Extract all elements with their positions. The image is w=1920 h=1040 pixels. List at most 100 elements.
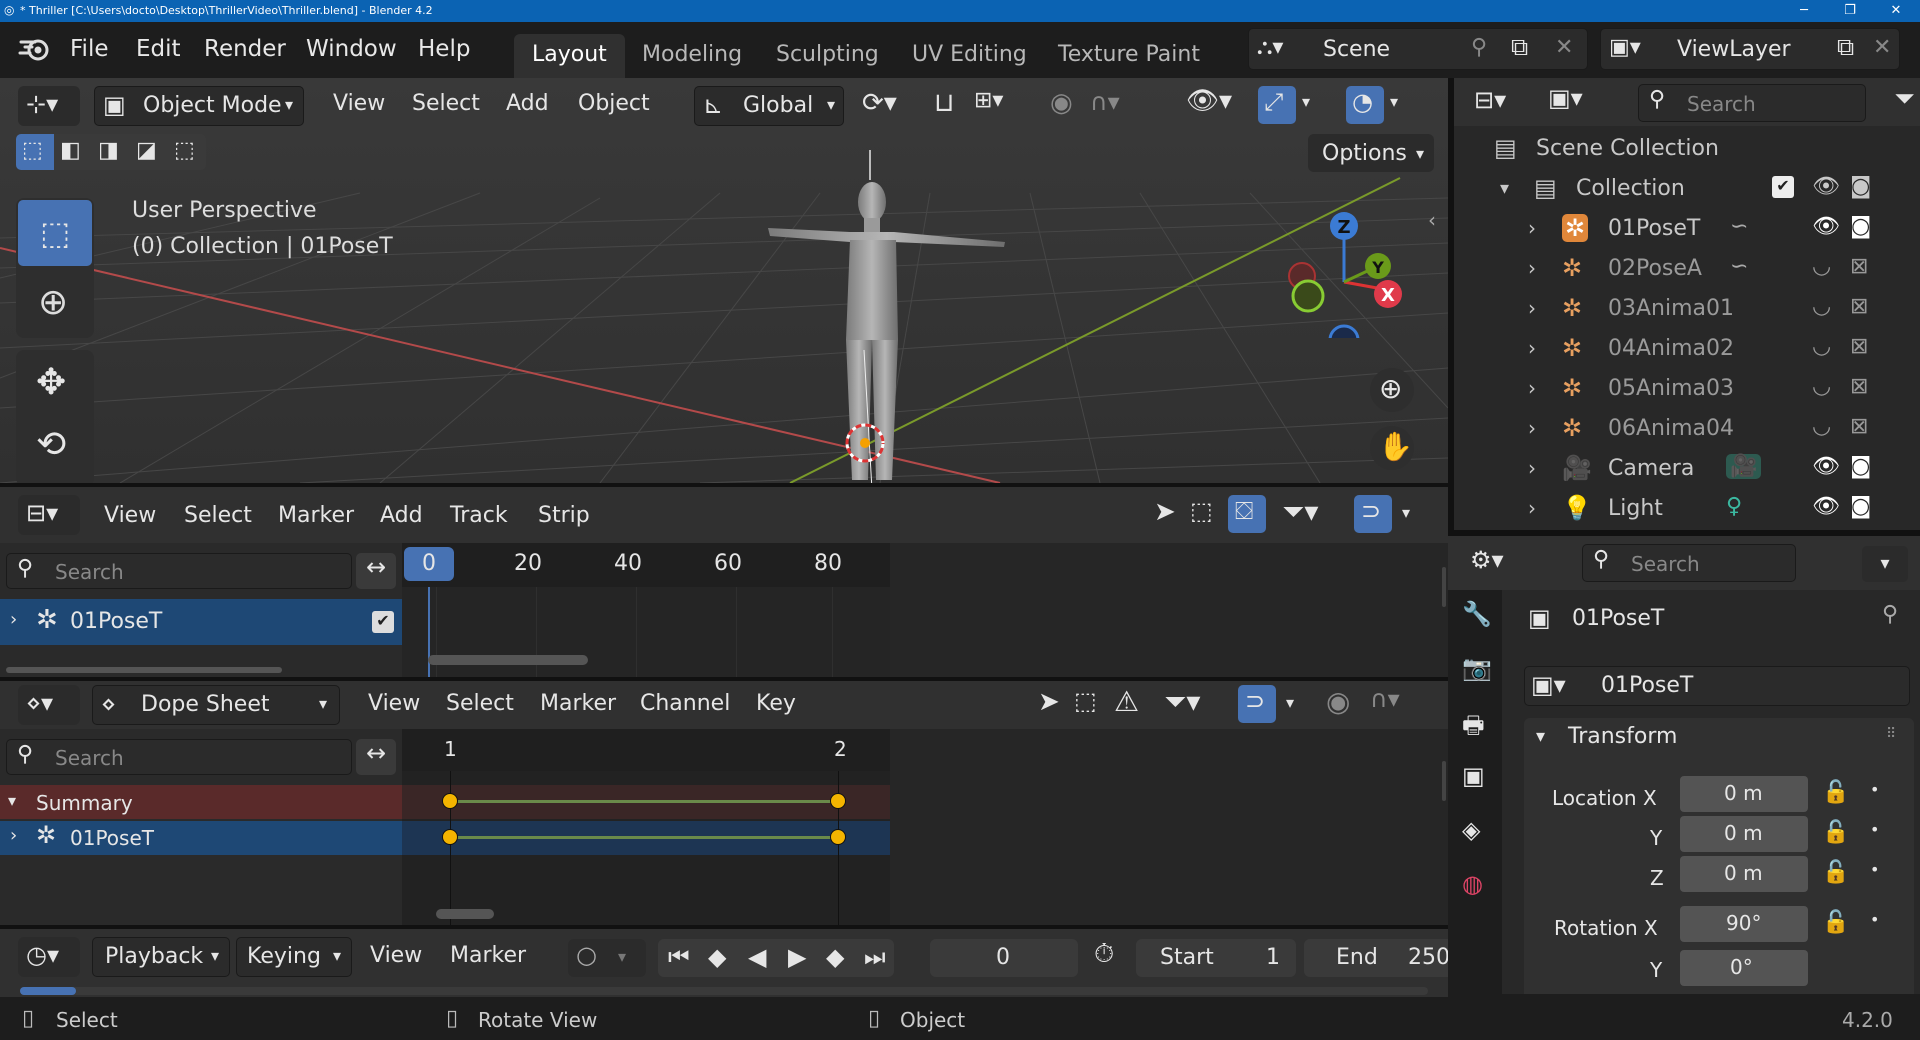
menu-window[interactable]: Window — [306, 36, 397, 62]
ds-menu-marker[interactable]: Marker — [540, 691, 616, 716]
nla-cursor-icon[interactable]: ➤ — [1154, 497, 1176, 527]
ds-box-select-icon[interactable]: ⬚ — [1074, 687, 1097, 715]
sidebar-toggle-icon[interactable]: ‹ — [1428, 208, 1436, 232]
outliner[interactable]: ⊟▾ ▣▾ ⚲ Search ⏷ ▤ Scene Collection ▾ ▤ … — [1454, 78, 1920, 530]
camera-render-icon[interactable]: ◙ — [1850, 214, 1871, 239]
prev-keyframe-icon[interactable]: ◆ — [708, 943, 726, 971]
eye-closed-icon[interactable]: ◡ — [1812, 414, 1831, 439]
timeline-scrollbar[interactable] — [20, 987, 1428, 995]
chevron-down-icon[interactable]: ▾ — [1390, 92, 1398, 111]
chevron-right-icon[interactable]: › — [1528, 496, 1536, 520]
outliner-editor-icon[interactable]: ⊟▾ — [1474, 86, 1506, 114]
end-frame-field[interactable]: End 250 — [1304, 939, 1450, 977]
viewport-menu-add[interactable]: Add — [506, 91, 549, 116]
chevron-right-icon[interactable]: › — [1528, 456, 1536, 480]
drag-handle-icon[interactable]: ⠿ — [1886, 726, 1896, 742]
nla-only-selected-button[interactable]: ⛋ — [1228, 495, 1266, 533]
nla-strip-area[interactable] — [402, 587, 890, 677]
ds-vertical-scrollbar[interactable] — [1442, 761, 1446, 801]
camera-render-icon[interactable]: ◙ — [1850, 174, 1871, 199]
outliner-filter-icon[interactable]: ⏷ — [1894, 84, 1915, 115]
jump-end-icon[interactable]: ⏭ — [864, 943, 886, 971]
current-frame-field[interactable]: 0 — [930, 939, 1078, 977]
light-data-icon[interactable]: ♀ — [1726, 494, 1742, 519]
pin-icon[interactable]: ⚲ — [1471, 35, 1487, 60]
character-model[interactable] — [760, 150, 1020, 483]
lock-icon[interactable]: 🔓 — [1822, 910, 1849, 935]
nla-menu-marker[interactable]: Marker — [278, 503, 354, 528]
transform-orientation-dropdown[interactable]: ⊾ Global ▾ — [694, 86, 844, 126]
rotation-x-field[interactable]: 90° — [1680, 906, 1808, 942]
dope-sheet-editor[interactable]: ⋄▾ ⋄ Dope Sheet ▾ View Select Marker Cha… — [0, 681, 1448, 925]
pivot-point-icon[interactable]: ⟳▾ — [862, 88, 897, 118]
playback-dropdown[interactable]: Playback ▾ — [92, 937, 230, 977]
proportional-editing-icon[interactable]: ◉ — [1050, 88, 1073, 118]
pose-data-icon[interactable]: ∽ — [1730, 214, 1748, 239]
keyframe-dot-icon[interactable]: • — [1870, 860, 1879, 879]
nla-editor[interactable]: ⊟▾ View Select Marker Add Track Strip ➤ … — [0, 487, 1448, 677]
lock-icon[interactable]: 🔓 — [1822, 860, 1849, 885]
tab-layout[interactable]: Layout — [514, 34, 625, 78]
chevron-down-icon[interactable]: ▾ — [1500, 178, 1509, 199]
view-layer-name[interactable]: ViewLayer — [1677, 37, 1791, 62]
nla-snap-button[interactable]: ⊃ — [1354, 495, 1392, 533]
lock-icon[interactable]: 🔓 — [1822, 820, 1849, 845]
delete-scene-icon[interactable]: ✕ — [1555, 35, 1573, 60]
render-disabled-icon[interactable]: ⊠ — [1850, 374, 1868, 399]
gizmo-toggle-button[interactable]: ⤢ — [1258, 86, 1296, 124]
play-icon[interactable]: ▶ — [788, 943, 806, 971]
menu-edit[interactable]: Edit — [136, 36, 181, 62]
location-y-field[interactable]: 0 m — [1680, 816, 1808, 852]
nla-vertical-scrollbar[interactable] — [1442, 567, 1446, 607]
timeline-menu-marker[interactable]: Marker — [450, 943, 526, 968]
summary-keyframe[interactable] — [830, 793, 846, 809]
ds-menu-channel[interactable]: Channel — [640, 691, 730, 716]
camera-data-icon[interactable]: 🎥 — [1726, 454, 1762, 479]
lock-icon[interactable]: 🔓 — [1822, 780, 1849, 805]
location-x-field[interactable]: 0 m — [1680, 776, 1808, 812]
pan-button[interactable]: ✋ — [1370, 426, 1414, 470]
eye-closed-icon[interactable]: ◡ — [1812, 334, 1831, 359]
outliner-item[interactable]: › 💡 Light 👁 ◙ ♀ — [1494, 494, 1914, 530]
summary-keyframe[interactable] — [442, 793, 458, 809]
ds-cursor-icon[interactable]: ➤ — [1038, 687, 1060, 717]
ds-filter-icon[interactable]: ⏷▾ — [1164, 685, 1200, 719]
nla-track-row[interactable]: › ✲ 01PoseT ✔ — [0, 599, 402, 645]
ds-channel-row[interactable]: › ✲ 01PoseT — [0, 821, 402, 855]
maximize-button[interactable]: ❐ — [1830, 0, 1870, 22]
auto-keying-button[interactable]: ○ ▾ — [568, 939, 646, 977]
viewport-menu-object[interactable]: Object — [578, 91, 650, 116]
nla-search-field[interactable]: ⚲ Search — [6, 553, 352, 589]
select-subtract-icon[interactable]: ◨ — [98, 138, 119, 163]
ds-search-field[interactable]: ⚲ Search — [6, 739, 352, 775]
summary-row[interactable]: ▾ Summary — [0, 785, 402, 819]
falloff-icon[interactable]: ∩▾ — [1090, 88, 1120, 116]
channel-keyframe[interactable] — [830, 829, 846, 845]
delete-view-layer-icon[interactable]: ✕ — [1873, 35, 1891, 60]
scene-name[interactable]: Scene — [1323, 37, 1390, 62]
minimize-button[interactable]: ─ — [1784, 0, 1824, 22]
eye-icon[interactable]: 👁 — [1812, 454, 1840, 479]
channel-keyframe[interactable] — [442, 829, 458, 845]
chevron-down-icon[interactable]: ▾ — [1402, 503, 1410, 522]
blender-menu-icon[interactable] — [18, 34, 52, 64]
nla-box-select-icon[interactable]: ⬚ — [1190, 497, 1213, 525]
visibility-icon[interactable]: 👁▾ — [1186, 86, 1232, 116]
select-box-tool[interactable]: ⬚ — [18, 200, 92, 266]
keyframe-dot-icon[interactable]: • — [1870, 820, 1879, 839]
timeline-editor[interactable]: ◷▾ Playback ▾ Keying ▾ View Marker ○ ▾ ⏮… — [0, 929, 1450, 997]
outliner-item[interactable]: › ✲ 02PoseA ◡ ⊠ ∽ — [1494, 254, 1914, 290]
snap-icon[interactable]: ⊔ — [934, 88, 954, 118]
tab-texture-paint[interactable]: Texture Paint — [1058, 42, 1200, 67]
properties-search-field[interactable]: ⚲ Search — [1582, 544, 1796, 582]
keying-dropdown[interactable]: Keying ▾ — [236, 937, 352, 977]
location-z-field[interactable]: 0 m — [1680, 856, 1808, 892]
menu-render[interactable]: Render — [204, 36, 286, 62]
eye-icon[interactable]: 👁 — [1812, 214, 1840, 239]
chevron-right-icon[interactable]: › — [1528, 336, 1536, 360]
output-tab-icon[interactable]: 🖶 — [1462, 708, 1485, 749]
render-disabled-icon[interactable]: ⊠ — [1850, 254, 1868, 279]
camera-render-icon[interactable]: ◙ — [1850, 494, 1871, 519]
swap-icon[interactable]: ↔ — [356, 553, 396, 589]
new-scene-icon[interactable]: ⧉ — [1511, 33, 1528, 61]
